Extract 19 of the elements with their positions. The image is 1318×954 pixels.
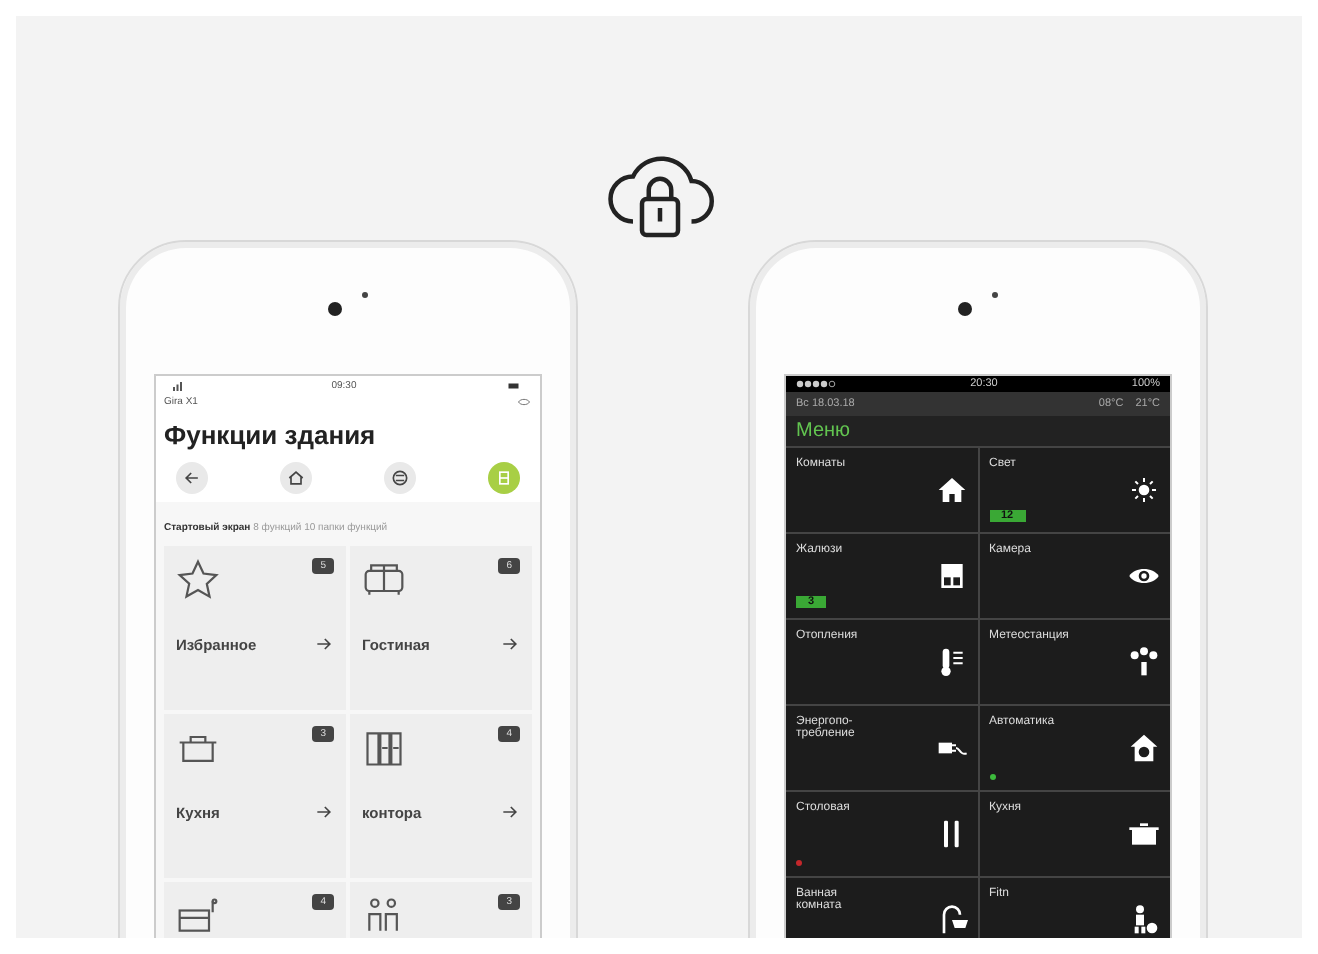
back-icon [182, 468, 202, 488]
arrow-icon [500, 802, 520, 822]
home-icon [286, 468, 306, 488]
signal-icon [796, 380, 836, 388]
battery-icon [503, 380, 524, 392]
camera-icon [328, 301, 342, 315]
home-button[interactable] [280, 462, 312, 494]
signal-icon [172, 380, 184, 392]
function-icon [176, 558, 220, 602]
arrow-icon [500, 634, 520, 654]
arrow-icon [314, 802, 334, 822]
function-icon [176, 894, 220, 938]
function-icon [362, 726, 406, 770]
page-title: Функции здания [164, 420, 378, 450]
arrow-icon [314, 634, 334, 654]
grid-icon [494, 468, 514, 488]
back-button[interactable] [176, 462, 208, 494]
camera-icon [958, 301, 972, 315]
menu-title: Меню [786, 416, 1170, 446]
